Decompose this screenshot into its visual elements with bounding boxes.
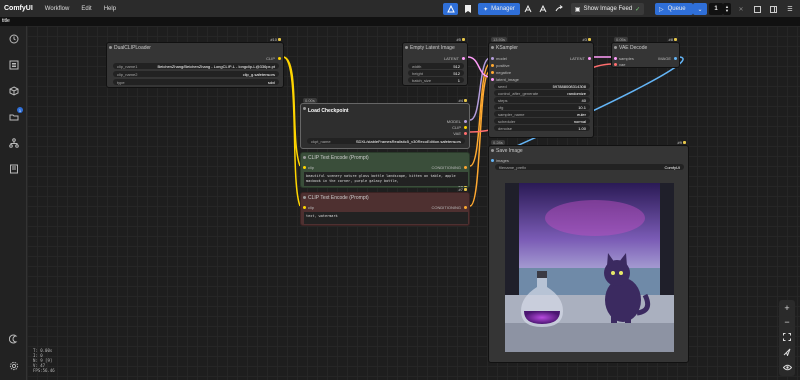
input-images-port[interactable]	[491, 159, 494, 162]
node-title: Save Image	[489, 146, 688, 155]
select-mode-icon[interactable]	[781, 346, 793, 358]
exec-time-badge: 0.28s	[491, 140, 505, 145]
output-model-label: MODEL	[446, 119, 461, 124]
node-status-dot	[464, 99, 467, 102]
input-images-label: images	[496, 158, 509, 163]
node-title: DualCLIPLoader	[107, 43, 283, 52]
exec-time-badge: 13.93s	[491, 37, 508, 42]
output-clip-label: CLIP	[266, 56, 275, 61]
fit-view-icon[interactable]	[781, 331, 793, 343]
node-title: Empty Latent Image	[403, 43, 467, 52]
node-status-dot	[464, 188, 467, 191]
zoom-out-icon[interactable]: −	[781, 316, 793, 328]
input-negative-label: negative	[496, 70, 512, 75]
node-id: #4	[458, 98, 463, 103]
widget-ckpt-name[interactable]: ckpt_name SDXL/stableFramesRealistic5_v30…	[307, 138, 465, 144]
output-conditioning-port[interactable]	[464, 166, 467, 169]
widget-scheduler[interactable]: scheduler normal	[494, 118, 590, 124]
widget-steps[interactable]: steps 40	[494, 97, 590, 103]
node-id: #8	[668, 37, 673, 42]
node-clip-text-positive[interactable]: CLIP Text Encode (Prompt) #6 clip CONDIT…	[300, 152, 470, 188]
widget-filename-prefix[interactable]: filename_prefix ComfyUI	[495, 164, 684, 170]
input-model-port[interactable]	[491, 57, 494, 60]
input-latent-label: latent_image	[496, 77, 519, 82]
output-clip-port[interactable]	[278, 57, 281, 60]
node-save-image[interactable]: 0.28s Save Image #9 images filename_pref…	[488, 140, 689, 363]
node-title: Load Checkpoint	[301, 104, 469, 114]
input-vae-label: vae	[619, 62, 626, 67]
node-id: #7	[458, 187, 463, 192]
output-vae-port[interactable]	[464, 132, 467, 135]
widget-width[interactable]: width 512	[408, 63, 464, 69]
toggle-links-eye-icon[interactable]	[781, 361, 793, 373]
output-conditioning-port[interactable]	[464, 206, 467, 209]
input-clip-label: clip	[308, 205, 315, 210]
perf-stats: T: 0.00s I: 0 N: 9 [9] V: 47 FPS:56.46	[33, 348, 55, 373]
node-load-checkpoint[interactable]: 0.00s #4 Load Checkpoint MODEL CLIP VAE …	[300, 98, 470, 149]
input-latent-port[interactable]	[491, 78, 494, 81]
prompt-textarea[interactable]: text, watermark	[304, 212, 468, 224]
widget-cfg[interactable]: cfg 10.1	[494, 104, 590, 110]
stat-fps: FPS:56.46	[33, 368, 55, 373]
node-status-dot	[683, 141, 686, 144]
node-id: #10	[270, 37, 277, 42]
node-title: KSampler	[489, 43, 593, 52]
output-vae-label: VAE	[453, 131, 461, 136]
node-title: VAE Decode	[612, 43, 679, 52]
link-clip-neg	[282, 56, 301, 207]
node-dualcliploader[interactable]: DualCLIPLoader #10 CLIP clip_name1 Beiche…	[106, 37, 284, 88]
node-title: CLIP Text Encode (Prompt)	[301, 193, 469, 202]
input-positive-port[interactable]	[491, 64, 494, 67]
widget-type[interactable]: type sdxl	[113, 79, 279, 85]
canvas-controls: + −	[779, 300, 795, 376]
input-vae-port[interactable]	[614, 63, 617, 66]
node-id: #9	[677, 140, 682, 145]
widget-height[interactable]: height 512	[408, 70, 464, 76]
node-id: #5	[456, 37, 461, 42]
node-clip-text-negative[interactable]: CLIP Text Encode (Prompt) #7 clip CONDIT…	[300, 187, 470, 226]
output-conditioning-label: CONDITIONING	[431, 205, 461, 210]
exec-time-badge: 0.00s	[303, 98, 317, 103]
output-image-port[interactable]	[674, 57, 677, 60]
output-clip-label: CLIP	[452, 125, 461, 130]
prompt-textarea[interactable]: beautiful scenery nature glass bottle la…	[304, 172, 468, 186]
node-id: #3	[582, 37, 587, 42]
widget-sampler-name[interactable]: sampler_name euler	[494, 111, 590, 117]
widget-clip-name1[interactable]: clip_name1 BeichenZhang/BeichenZhang - Lo…	[113, 63, 279, 69]
input-clip-label: clip	[308, 165, 315, 170]
node-status-dot	[462, 38, 465, 41]
output-latent-label: LATENT	[443, 56, 459, 61]
output-latent-port[interactable]	[588, 57, 591, 60]
generated-image[interactable]	[505, 183, 674, 352]
node-status-dot	[588, 38, 591, 41]
input-positive-label: positive	[496, 63, 510, 68]
input-negative-port[interactable]	[491, 71, 494, 74]
node-vae-decode[interactable]: 0.05s VAE Decode #8 samples vae IMAGE	[611, 37, 680, 68]
widget-batch-size[interactable]: batch_size 1	[408, 77, 464, 83]
exec-time-badge: 0.05s	[614, 37, 628, 42]
zoom-in-icon[interactable]: +	[781, 302, 793, 314]
input-samples-label: samples	[619, 56, 634, 61]
output-clip-port[interactable]	[464, 126, 467, 129]
output-latent-label: LATENT	[569, 56, 585, 61]
output-conditioning-label: CONDITIONING	[431, 165, 461, 170]
widget-control-after-generate[interactable]: control_after_generate randomize	[494, 90, 590, 96]
node-title: CLIP Text Encode (Prompt)	[301, 153, 469, 162]
input-clip-port[interactable]	[303, 206, 306, 209]
output-image-label: IMAGE	[658, 56, 671, 61]
node-status-dot	[278, 38, 281, 41]
widget-seed[interactable]: seed 597888008314308	[494, 83, 590, 89]
node-status-dot	[674, 38, 677, 41]
widget-denoise[interactable]: denoise 1.00	[494, 125, 590, 131]
node-empty-latent[interactable]: Empty Latent Image #5 LATENT width 512 he…	[402, 37, 468, 86]
input-clip-port[interactable]	[303, 166, 306, 169]
output-latent-port[interactable]	[462, 57, 465, 60]
output-model-port[interactable]	[464, 120, 467, 123]
widget-clip-name2[interactable]: clip_name2 clip_g.safetensors	[113, 71, 279, 77]
input-samples-port[interactable]	[614, 57, 617, 60]
node-ksampler[interactable]: 13.93s KSampler #3 model positive negati…	[488, 37, 594, 138]
input-model-label: model	[496, 56, 507, 61]
